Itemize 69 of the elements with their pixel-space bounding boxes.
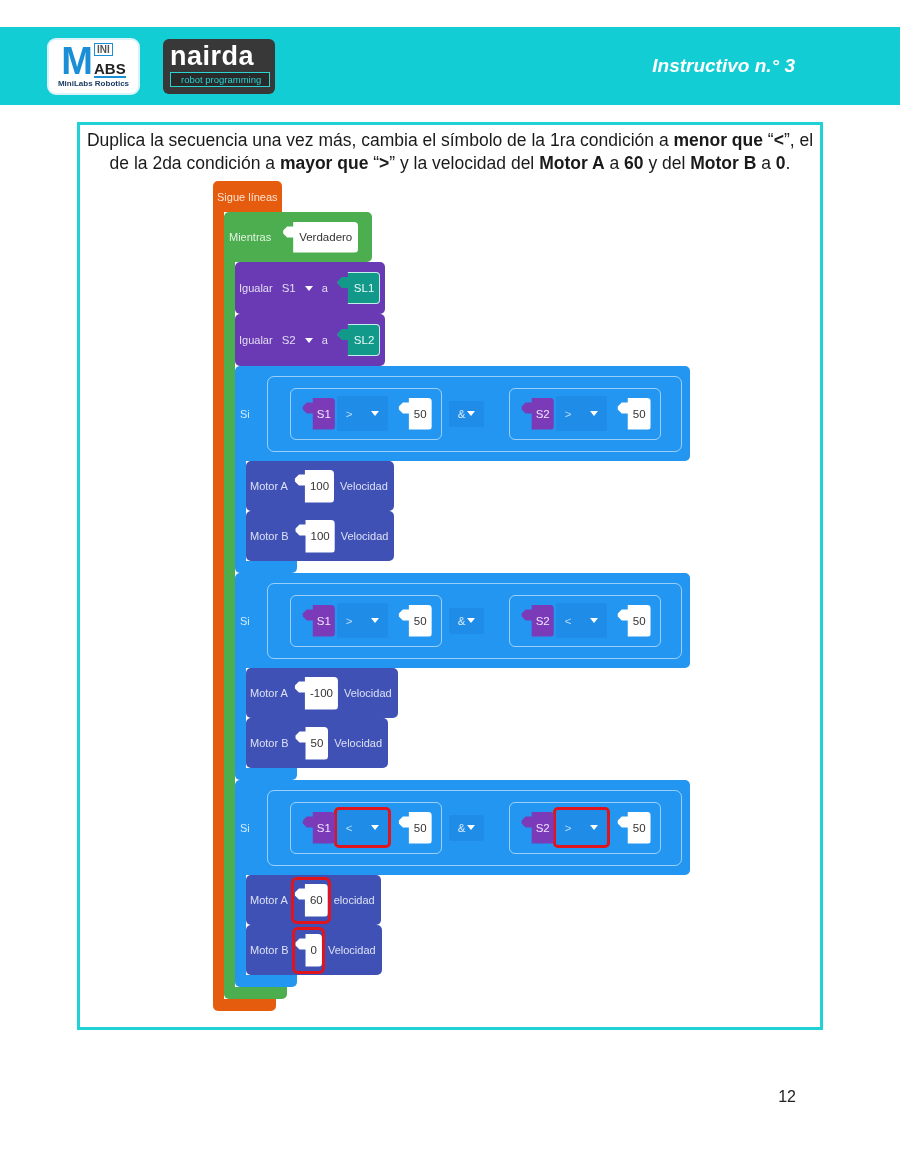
- block-foot: [213, 999, 276, 1011]
- logo-caption: MiniLabs Robotics: [57, 79, 130, 89]
- value-chip: 50: [616, 811, 651, 844]
- block-label: Igualar: [239, 334, 273, 346]
- block-label: elocidad: [333, 894, 375, 906]
- value-chip: 50: [397, 604, 432, 637]
- logo-text: nairda: [170, 41, 255, 70]
- logo-tagline: robot programming: [170, 71, 271, 87]
- block-foot: [235, 975, 297, 987]
- block-label: Velocidad: [327, 944, 376, 956]
- variable-block: S2: [520, 811, 554, 844]
- value-chip: 100: [293, 469, 335, 503]
- block-label: Motor A: [250, 480, 288, 492]
- block-label: Motor B: [250, 737, 289, 749]
- variable-block: S1: [301, 811, 335, 844]
- value-chip: 50: [397, 811, 432, 844]
- block-label: Si: [240, 407, 250, 420]
- variable-dropdown[interactable]: S2: [281, 334, 313, 346]
- caret-icon: [589, 825, 598, 830]
- block-label: Sigue líneas: [217, 190, 278, 203]
- logo-letter: M: [61, 43, 93, 79]
- block-label: Velocidad: [334, 737, 383, 749]
- caret-icon: [466, 618, 475, 623]
- variable-block: S2: [520, 397, 554, 430]
- block-label: Velocidad: [343, 687, 392, 699]
- block-label: Motor A: [250, 894, 288, 906]
- instruction-text: Duplica la secuencia una vez más, cambia el símbolo de la 1ra condición a menor que “<”, el de la 2da condición a mayor que “>” y la velocidad del Motor A a 60 y del Motor B a 0.: [85, 129, 815, 175]
- value-chip: -100: [293, 676, 338, 710]
- operator-dropdown[interactable]: <: [333, 807, 391, 848]
- block-label: a: [321, 282, 328, 294]
- caret-icon: [589, 411, 598, 416]
- sensor-block: SL1: [336, 272, 381, 304]
- value-chip: 50: [616, 604, 651, 637]
- caret-icon: [370, 618, 379, 623]
- value-chip: 50: [616, 397, 651, 430]
- block-label: Igualar: [239, 282, 273, 294]
- value-chip: 50: [397, 397, 432, 430]
- logo-text: INI: [94, 43, 113, 56]
- caret-icon: [589, 618, 598, 623]
- caret-icon: [304, 285, 313, 291]
- block-label: Motor B: [250, 944, 289, 956]
- value-chip: Verdadero: [282, 221, 359, 253]
- caret-icon: [370, 411, 379, 416]
- block-label: a: [321, 334, 328, 346]
- variable-block: S1: [301, 397, 335, 430]
- operator-dropdown[interactable]: >: [552, 807, 610, 848]
- variable-block: S2: [520, 604, 554, 637]
- caret-icon: [304, 337, 313, 343]
- variable-block: S1: [301, 604, 335, 637]
- sensor-block: SL2: [336, 324, 381, 356]
- block-label: Mientras: [229, 231, 272, 243]
- block-label: Motor A: [250, 687, 288, 699]
- document-title: Instructivo n.° 3: [652, 55, 795, 77]
- variable-dropdown[interactable]: S1: [281, 282, 313, 294]
- value-chip: 100: [294, 519, 335, 553]
- block-label: Velocidad: [340, 480, 388, 492]
- logo-text: ABS: [94, 61, 126, 78]
- block-label: Si: [240, 614, 250, 627]
- page-number: 12: [778, 1088, 796, 1106]
- block-foot: [224, 987, 287, 999]
- value-chip: 50: [294, 726, 329, 760]
- caret-icon: [370, 825, 379, 830]
- caret-icon: [466, 411, 475, 416]
- caret-icon: [466, 825, 475, 830]
- value-chip: 60: [293, 883, 328, 917]
- value-chip: 0: [294, 933, 322, 967]
- block-label: Velocidad: [340, 530, 389, 542]
- block-label: Si: [240, 821, 250, 834]
- block-label: Motor B: [250, 530, 289, 542]
